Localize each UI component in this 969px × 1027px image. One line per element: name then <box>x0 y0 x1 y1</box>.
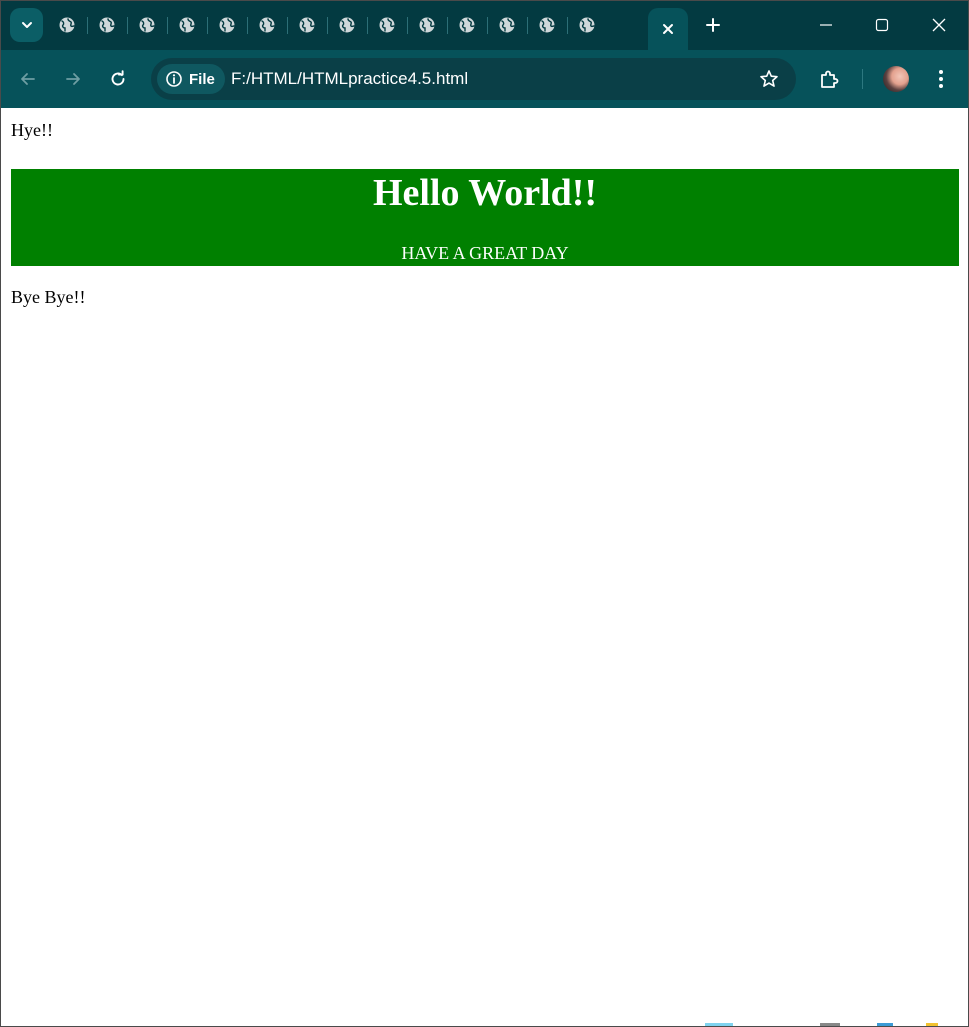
globe-icon <box>218 16 236 34</box>
browser-window: File F:/HTML/HTMLpractice4.5.html Hye!! … <box>0 0 969 1027</box>
info-icon <box>166 71 182 87</box>
arrow-right-icon <box>66 73 80 85</box>
maximize-button[interactable] <box>860 6 904 44</box>
globe-icon <box>578 16 596 34</box>
forward-button[interactable] <box>58 64 88 94</box>
tab-13[interactable] <box>533 11 561 39</box>
page-content: Hye!! Hello World!! HAVE A GREAT DAY Bye… <box>1 108 968 1026</box>
tab-strip <box>0 0 969 50</box>
tab-separator <box>447 17 448 34</box>
back-button[interactable] <box>13 64 43 94</box>
tab-7[interactable] <box>293 11 321 39</box>
hello-banner: Hello World!! HAVE A GREAT DAY <box>11 169 959 266</box>
site-info-label: File <box>189 70 215 88</box>
tab-3[interactable] <box>133 11 161 39</box>
tab-separator <box>567 17 568 34</box>
tab-8[interactable] <box>333 11 361 39</box>
tab-search-button[interactable] <box>10 8 43 42</box>
new-tab-button[interactable] <box>700 12 726 38</box>
reload-button[interactable] <box>103 64 133 94</box>
puzzle-icon <box>821 70 839 88</box>
globe-icon <box>178 16 196 34</box>
tab-10[interactable] <box>413 11 441 39</box>
tab-separator <box>287 17 288 34</box>
greeting-text: Hye!! <box>11 120 53 140</box>
taskbar-peek-4 <box>926 1023 938 1027</box>
tab-separator <box>207 17 208 34</box>
banner-heading: Hello World!! <box>372 172 598 214</box>
tab-11[interactable] <box>453 11 481 39</box>
address-bar[interactable]: File F:/HTML/HTMLpractice4.5.html <box>151 58 796 100</box>
globe-icon <box>498 16 516 34</box>
taskbar-peek-1 <box>705 1023 733 1027</box>
globe-icon <box>138 16 156 34</box>
toolbar-divider <box>862 69 863 89</box>
taskbar-peek-3 <box>877 1023 893 1027</box>
tab-5[interactable] <box>213 11 241 39</box>
globe-icon <box>338 16 356 34</box>
tab-12[interactable] <box>493 11 521 39</box>
tab-separator <box>527 17 528 34</box>
taskbar-peek-2 <box>820 1023 840 1027</box>
banner-subtext: HAVE A GREAT DAY <box>401 243 569 263</box>
tab-separator <box>167 17 168 34</box>
tab-4[interactable] <box>173 11 201 39</box>
tab-separator <box>127 17 128 34</box>
globe-icon <box>298 16 316 34</box>
window-close-button[interactable] <box>917 6 961 44</box>
url-text[interactable]: F:/HTML/HTMLpractice4.5.html <box>231 69 468 89</box>
globe-icon <box>98 16 116 34</box>
tab-9[interactable] <box>373 11 401 39</box>
tab-separator <box>487 17 488 34</box>
tab-1[interactable] <box>53 11 81 39</box>
profile-avatar[interactable] <box>883 66 909 92</box>
globe-icon <box>378 16 396 34</box>
globe-icon <box>258 16 276 34</box>
star-icon <box>760 70 778 87</box>
reload-icon <box>111 70 125 86</box>
tab-separator <box>367 17 368 34</box>
arrow-left-icon <box>21 73 35 85</box>
menu-button[interactable] <box>926 64 956 94</box>
tab-separator <box>327 17 328 34</box>
tab-14[interactable] <box>573 11 601 39</box>
tab-separator <box>87 17 88 34</box>
minimize-button[interactable] <box>804 6 848 44</box>
minimize-icon <box>820 24 832 26</box>
toolbar: File F:/HTML/HTMLpractice4.5.html <box>0 50 969 108</box>
farewell-text: Bye Bye!! <box>11 287 86 307</box>
bookmark-button[interactable] <box>758 68 780 90</box>
globe-icon <box>418 16 436 34</box>
chevron-down-icon <box>21 22 32 28</box>
site-info-chip[interactable]: File <box>157 64 225 94</box>
tab-2[interactable] <box>93 11 121 39</box>
globe-icon <box>538 16 556 34</box>
tab-6[interactable] <box>253 11 281 39</box>
close-icon[interactable] <box>661 22 675 36</box>
window-close-icon <box>932 18 946 32</box>
globe-icon <box>458 16 476 34</box>
tab-separator <box>247 17 248 34</box>
extensions-button[interactable] <box>814 64 844 94</box>
tab-separator <box>407 17 408 34</box>
maximize-icon <box>875 18 889 32</box>
plus-icon <box>706 18 720 32</box>
tab-active[interactable] <box>648 8 688 50</box>
globe-icon <box>58 16 76 34</box>
more-vertical-icon <box>939 70 943 88</box>
